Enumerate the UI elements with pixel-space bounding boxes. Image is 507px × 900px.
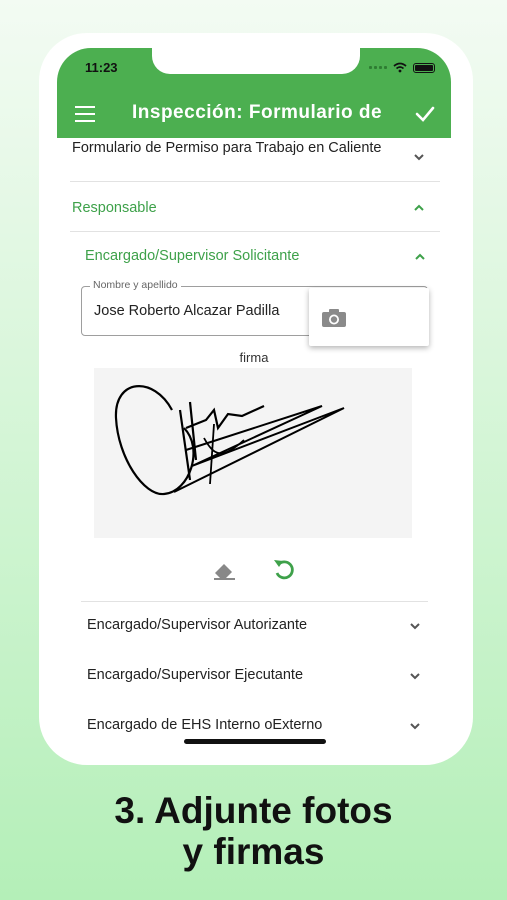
signature-drawing [114,385,345,496]
section-permiso[interactable]: Formulario de Permiso para Trabajo en Ca… [70,138,440,182]
chevron-down-icon[interactable] [412,150,426,164]
name-field-label: Nombre y apellido [90,279,181,291]
status-icons [369,62,435,73]
camera-popup[interactable] [309,288,429,346]
caption-line-1: 3. Adjunte fotos [114,790,393,831]
chevron-up-icon[interactable] [412,201,426,215]
section-ehs-label: Encargado de EHS Interno oExterno [87,717,323,733]
subsection-solicitante-label: Encargado/Supervisor Solicitante [85,248,300,264]
check-icon[interactable] [413,102,437,126]
divider [81,601,428,602]
caption-line-2: y firmas [182,831,325,872]
app-screen: 11:23 Inspección: Formulario de Permiso … [57,48,451,748]
camera-icon[interactable] [321,308,347,328]
signal-icon [369,66,387,69]
section-responsable-label: Responsable [72,200,157,216]
signature-tools [57,556,451,582]
chevron-down-icon[interactable] [408,719,422,733]
subsection-solicitante[interactable]: Encargado/Supervisor Solicitante [85,248,425,272]
eraser-icon[interactable] [211,556,237,582]
chevron-up-icon[interactable] [413,250,427,264]
menu-icon[interactable] [75,106,95,122]
status-bar: 11:23 [57,48,451,90]
section-ejecutante-label: Encargado/Supervisor Ejecutante [87,667,304,683]
chevron-down-icon[interactable] [408,669,422,683]
form-content: Formulario de Permiso para Trabajo en Ca… [57,138,451,748]
caption: 3. Adjunte fotos y firmas [0,790,507,872]
battery-icon [413,62,435,73]
undo-icon[interactable] [271,556,297,582]
section-permiso-label: Formulario de Permiso para Trabajo en Ca… [72,140,382,156]
app-bar: Inspección: Formulario de Permiso para T… [57,90,451,138]
section-responsable[interactable]: Responsable [70,182,440,232]
home-indicator [184,739,326,744]
wifi-icon [393,62,407,73]
section-autorizante-label: Encargado/Supervisor Autorizante [87,617,308,633]
app-bar-title: Inspección: Formulario de Permiso para T… [132,102,387,123]
chevron-down-icon[interactable] [408,619,422,633]
notch [152,48,360,74]
signature-pad[interactable] [94,368,412,538]
name-field-value[interactable]: Jose Roberto Alcazar Padilla [94,303,306,319]
section-autorizante[interactable]: Encargado/Supervisor Autorizante [85,608,428,648]
status-time: 11:23 [85,60,118,75]
signature-label: firma [239,350,269,365]
section-ejecutante[interactable]: Encargado/Supervisor Ejecutante [85,658,428,698]
